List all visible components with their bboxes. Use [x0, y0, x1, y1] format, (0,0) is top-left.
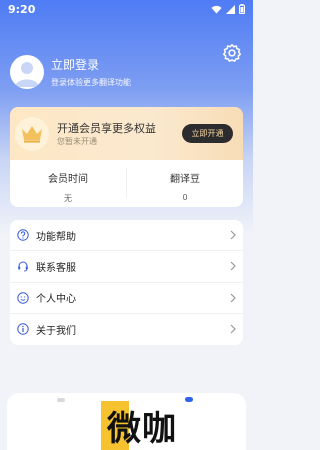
profile-text: 立即登录 登录体验更多翻译功能 [51, 56, 131, 88]
menu-item-contact-service[interactable]: 联系客服 [10, 251, 243, 283]
user-icon [15, 62, 39, 87]
open-vip-button[interactable]: 立即开通 [182, 124, 233, 143]
crown-badge [15, 117, 49, 151]
stat-value: 0 [182, 193, 188, 202]
vip-title: 开通会员享更多权益 [57, 122, 156, 135]
watermark-text: 微咖 [107, 409, 177, 449]
battery-icon [239, 4, 245, 14]
chevron-right-icon [230, 261, 236, 271]
login-profile[interactable]: 立即登录 登录体验更多翻译功能 [10, 55, 131, 89]
headset-icon [16, 259, 30, 273]
chevron-right-icon [230, 324, 236, 334]
avatar[interactable] [10, 55, 44, 89]
vip-card[interactable]: 开通会员享更多权益 您暂未开通 立即开通 [10, 107, 243, 160]
chevron-right-icon [230, 230, 236, 240]
login-subtitle: 登录体验更多翻译功能 [51, 78, 131, 87]
menu-item-personal-center[interactable]: 个人中心 [10, 283, 243, 314]
status-icons [211, 4, 245, 14]
login-title[interactable]: 立即登录 [51, 56, 131, 73]
watermark-logo: 微咖 [101, 401, 209, 450]
stat-label: 翻译豆 [170, 174, 200, 185]
settings-button[interactable] [221, 42, 243, 64]
stats-panel: 会员时间 无 翻译豆 0 [10, 160, 243, 207]
menu-item-label: 联系客服 [36, 262, 76, 274]
menu-item-label: 功能帮助 [36, 231, 76, 243]
stat-value: 无 [64, 194, 72, 203]
crown-icon [22, 126, 42, 143]
nav-tab-home[interactable] [57, 398, 65, 402]
vip-subtitle: 您暂未开通 [57, 137, 97, 146]
wifi-icon [211, 5, 222, 13]
menu-item-help[interactable]: 功能帮助 [10, 220, 243, 252]
menu-list: 功能帮助 联系客服 个人中心 关于我们 [10, 220, 243, 345]
menu-item-label: 个人中心 [36, 294, 76, 306]
signal-icon [226, 4, 235, 14]
stat-membership-time[interactable]: 会员时间 无 [10, 160, 126, 207]
info-icon [16, 322, 30, 336]
stat-label: 会员时间 [48, 174, 88, 185]
status-bar: 9:20 [0, 0, 253, 18]
status-time: 9:20 [8, 2, 36, 16]
help-icon [16, 228, 30, 242]
menu-item-about-us[interactable]: 关于我们 [10, 314, 243, 345]
smile-icon [16, 291, 30, 305]
gear-icon [222, 43, 242, 62]
menu-item-label: 关于我们 [36, 325, 76, 337]
chevron-right-icon [230, 293, 236, 303]
stat-translation-beans[interactable]: 翻译豆 0 [127, 160, 243, 207]
